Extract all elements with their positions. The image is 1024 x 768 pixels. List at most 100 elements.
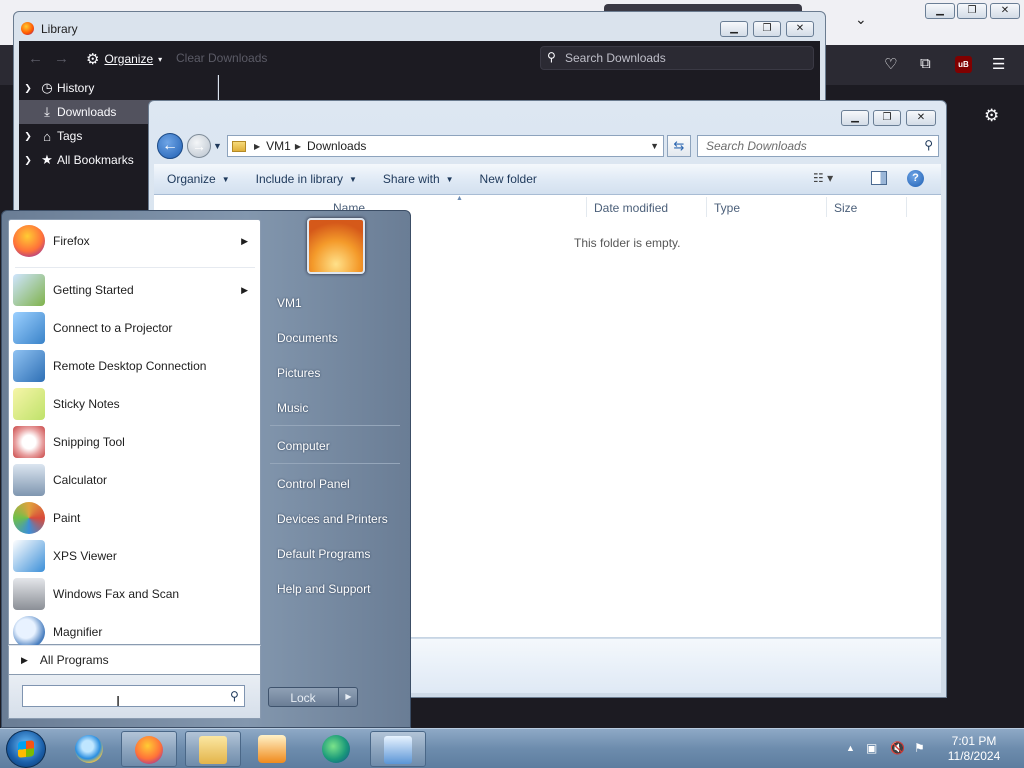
command-label: Include in library — [255, 172, 343, 186]
program-item-sticky-notes[interactable]: Sticky Notes — [9, 386, 260, 422]
taskbar-media-player[interactable] — [245, 731, 301, 767]
chevron-right-icon[interactable]: ▶ — [241, 236, 248, 247]
forward-arrow-icon[interactable]: → — [54, 50, 69, 67]
start-link-help-and-support[interactable]: Help and Support — [270, 575, 406, 603]
explorer-minimize-button[interactable]: ▁ — [841, 110, 869, 126]
command-label: Organize — [167, 172, 216, 186]
library-minimize-button[interactable]: ▁ — [720, 21, 748, 37]
explorer-restore-button[interactable]: ❐ — [873, 110, 901, 126]
projector-icon — [13, 312, 45, 344]
start-link-pictures[interactable]: Pictures — [270, 359, 406, 387]
taskbar-control-panel[interactable] — [370, 731, 426, 767]
gear-icon: ⚙ — [86, 51, 100, 68]
program-item-paint[interactable]: Paint — [9, 500, 260, 536]
library-search-input[interactable]: ⚲ Search Downloads — [540, 46, 814, 70]
start-link-control-panel[interactable]: Control Panel — [270, 470, 406, 498]
edge-icon — [322, 735, 350, 763]
chevron-right-icon[interactable]: ❯ — [19, 131, 37, 142]
preview-pane-icon[interactable] — [871, 171, 887, 185]
clear-downloads-button[interactable]: Clear Downloads — [176, 51, 267, 65]
new-folder-button[interactable]: New folder — [467, 172, 550, 186]
back-arrow-icon[interactable]: ← — [28, 50, 43, 67]
program-label: Remote Desktop Connection — [53, 359, 207, 373]
start-link-default-programs[interactable]: Default Programs — [270, 540, 406, 568]
program-label: Firefox — [53, 234, 90, 248]
program-item-remote-desktop-connection[interactable]: Remote Desktop Connection — [9, 348, 260, 384]
forward-button[interactable]: → — [187, 134, 211, 158]
address-dropdown-icon[interactable]: ▼ — [650, 141, 659, 151]
start-link-computer[interactable]: Computer — [270, 432, 406, 460]
ublock-icon[interactable]: uB — [955, 56, 972, 73]
start-button[interactable] — [6, 730, 46, 768]
menu-icon[interactable]: ☰ — [992, 55, 1005, 73]
share-with-button[interactable]: Share with ▼ — [370, 172, 467, 186]
breadcrumb-root[interactable]: VM1 — [266, 139, 291, 153]
pocket-icon[interactable]: ♡ — [884, 55, 897, 73]
program-item-xps-viewer[interactable]: XPS Viewer — [9, 538, 260, 574]
taskbar-edge[interactable] — [309, 731, 365, 767]
explorer-search-input[interactable]: Search Downloads ⚲ — [697, 135, 939, 157]
volume-muted-icon[interactable]: 🔇 — [890, 741, 905, 755]
network-icon[interactable]: ▣ — [866, 741, 877, 755]
sidebar-item-history[interactable]: ❯ ◷ History — [19, 76, 218, 100]
breadcrumb-separator-icon[interactable]: ▶ — [254, 142, 260, 151]
search-icon[interactable]: ⚲ — [230, 689, 239, 703]
action-center-flag-icon[interactable]: ⚑ — [914, 741, 925, 755]
breadcrumb-folder[interactable]: Downloads — [307, 139, 366, 153]
start-link-vm1[interactable]: VM1 — [270, 289, 406, 317]
address-bar[interactable]: ▶ VM1 ▶ Downloads ▼ — [227, 135, 664, 157]
organize-menu-button[interactable]: Organize ▼ — [154, 172, 243, 186]
include-in-library-button[interactable]: Include in library ▼ — [243, 172, 370, 186]
gear-icon[interactable]: ⚙ — [984, 106, 999, 126]
close-button[interactable]: ✕ — [990, 3, 1020, 19]
chevron-down-icon: ▼ — [221, 174, 230, 184]
recent-pages-dropdown[interactable]: ▼ — [213, 141, 222, 151]
breadcrumb-separator-icon[interactable]: ▶ — [295, 142, 301, 151]
search-icon[interactable]: ⚲ — [924, 138, 933, 152]
column-header-size[interactable]: Size — [834, 201, 857, 215]
chevron-right-icon[interactable]: ▶ — [241, 285, 248, 296]
taskbar-firefox[interactable] — [121, 731, 177, 767]
chevron-right-icon[interactable]: ❯ — [19, 83, 37, 94]
command-label: New folder — [479, 172, 537, 186]
start-menu-programs-pane: Firefox ▶ Getting Started ▶ Connect to a… — [8, 219, 261, 648]
firefox-icon — [135, 736, 163, 764]
taskbar-internet-explorer[interactable] — [62, 731, 118, 767]
calculator-icon — [13, 464, 45, 496]
program-item-calculator[interactable]: Calculator — [9, 462, 260, 498]
minimize-button[interactable]: ▁ — [925, 3, 955, 19]
lock-button[interactable]: Lock ▶ — [268, 687, 358, 707]
program-item-getting-started[interactable]: Getting Started ▶ — [9, 272, 260, 308]
program-label: Paint — [53, 511, 81, 525]
organize-button[interactable]: ⚙ Organize ▾ — [86, 50, 162, 68]
program-item-connect-to-a-projector[interactable]: Connect to a Projector — [9, 310, 260, 346]
chevron-down-icon[interactable]: ⌄ — [855, 11, 867, 28]
chevron-down-icon: ▼ — [445, 174, 454, 184]
start-search-input[interactable] — [22, 685, 245, 707]
back-button[interactable]: ← — [157, 133, 183, 159]
start-link-music[interactable]: Music — [270, 394, 406, 422]
column-header-type[interactable]: Type — [714, 201, 740, 215]
library-restore-button[interactable]: ❐ — [753, 21, 781, 37]
program-item-windows-fax-and-scan[interactable]: Windows Fax and Scan — [9, 576, 260, 612]
change-view-button[interactable]: ☷ ▾ — [813, 171, 833, 185]
help-icon[interactable]: ? — [907, 170, 924, 187]
restore-button[interactable]: ❐ — [957, 3, 987, 19]
program-item-firefox[interactable]: Firefox ▶ — [9, 223, 260, 259]
windows-logo-icon — [18, 740, 34, 758]
extensions-icon[interactable]: ⧉ — [920, 55, 931, 72]
all-programs-button[interactable]: ▶ All Programs — [8, 645, 261, 675]
system-clock[interactable]: 7:01 PM 11/8/2024 — [942, 734, 1006, 764]
taskbar-windows-explorer[interactable] — [185, 731, 241, 767]
column-header-date-modified[interactable]: Date modified — [594, 201, 668, 215]
program-item-snipping-tool[interactable]: Snipping Tool — [9, 424, 260, 460]
shutdown-options-icon[interactable]: ▶ — [338, 688, 358, 706]
refresh-button[interactable]: ⇆ — [667, 135, 691, 157]
start-link-documents[interactable]: Documents — [270, 324, 406, 352]
show-hidden-icons-icon[interactable]: ▲ — [846, 743, 855, 753]
explorer-close-button[interactable]: ✕ — [906, 110, 936, 126]
library-close-button[interactable]: ✕ — [786, 21, 814, 37]
user-picture[interactable] — [307, 218, 365, 274]
chevron-right-icon[interactable]: ❯ — [19, 155, 37, 166]
start-link-devices-and-printers[interactable]: Devices and Printers — [270, 505, 406, 533]
